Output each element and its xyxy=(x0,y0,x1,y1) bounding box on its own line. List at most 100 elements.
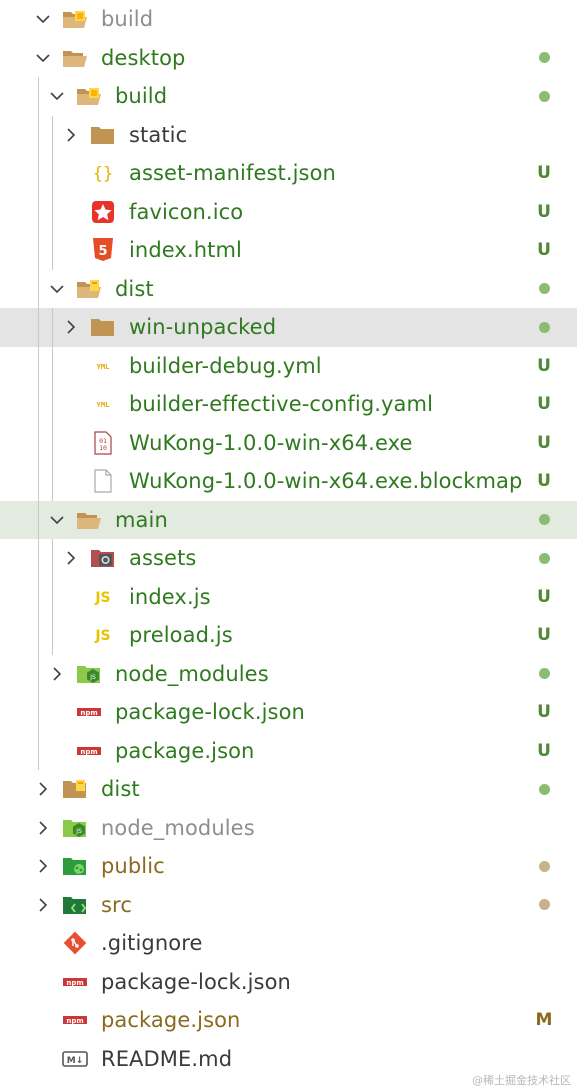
npm-icon: npm xyxy=(76,740,102,762)
file-item-package-json[interactable]: npm package.json U xyxy=(0,732,577,771)
file-item-favicon-ico[interactable]: favicon.ico U xyxy=(0,193,577,232)
item-label: .gitignore xyxy=(101,931,203,955)
git-status-badge: U xyxy=(537,432,551,453)
chevron-right-icon[interactable] xyxy=(48,665,66,683)
svg-text:YML: YML xyxy=(97,363,110,371)
git-status-badge: U xyxy=(537,240,551,261)
file-item-asset-manifest-json[interactable]: {} asset-manifest.json U xyxy=(0,154,577,193)
npm-icon: npm xyxy=(62,971,88,993)
folder-item-node-modules[interactable]: JS node_modules xyxy=(0,809,577,848)
chevron-down-icon[interactable] xyxy=(34,49,52,67)
public-folder-icon xyxy=(62,855,88,877)
item-label: build xyxy=(115,84,168,108)
item-label: asset-manifest.json xyxy=(129,161,336,185)
chevron-right-icon[interactable] xyxy=(62,318,80,336)
status-dot xyxy=(538,52,550,64)
folder-item-build[interactable]: build xyxy=(0,77,577,116)
git-status-badge: U xyxy=(537,471,551,492)
svg-text:M↓: M↓ xyxy=(67,1056,84,1066)
item-label: node_modules xyxy=(101,815,255,840)
chevron-down-icon[interactable] xyxy=(48,280,66,298)
item-label: package-lock.json xyxy=(115,700,305,724)
folder-item-desktop[interactable]: desktop xyxy=(0,39,577,78)
status-dot xyxy=(538,899,550,911)
chevron-right-icon[interactable] xyxy=(62,126,80,144)
chevron-right-icon[interactable] xyxy=(34,857,52,875)
assets-folder-icon xyxy=(90,547,116,569)
file-item-preload-js[interactable]: JS preload.js U xyxy=(0,616,577,655)
item-label: build xyxy=(101,7,154,31)
folder-item-build[interactable]: build xyxy=(0,0,577,39)
folder-item-main[interactable]: main xyxy=(0,500,577,540)
svg-text:npm: npm xyxy=(66,1017,83,1025)
svg-text:{}: {} xyxy=(93,164,113,184)
git-status-dot xyxy=(529,886,559,925)
nodejs-folder-icon: JS xyxy=(76,663,102,685)
chevron-right-icon[interactable] xyxy=(34,780,52,798)
chevron-right-icon[interactable] xyxy=(62,549,80,567)
indent-guide xyxy=(38,77,39,770)
git-status-dot xyxy=(529,501,559,540)
git-status-dot xyxy=(529,308,559,347)
chevron-down-icon[interactable] xyxy=(48,87,66,105)
item-label: favicon.ico xyxy=(129,199,244,224)
folder-item-assets[interactable]: assets xyxy=(0,539,577,578)
folder-item-src[interactable]: src xyxy=(0,886,577,925)
folder-item-public[interactable]: public xyxy=(0,847,577,886)
item-label: index.html xyxy=(129,238,242,262)
svg-text:YML: YML xyxy=(97,401,110,409)
svg-text:10: 10 xyxy=(99,444,107,452)
item-label: WuKong-1.0.0-win-x64.exe xyxy=(129,430,413,455)
git-status-badge: U xyxy=(537,586,551,607)
blank-file-icon xyxy=(90,469,116,493)
item-label: public xyxy=(101,854,165,878)
html5-icon: 5 xyxy=(90,238,116,261)
build-folder-open-icon xyxy=(76,85,102,107)
item-label: src xyxy=(101,892,132,917)
file-item-package-lock-json[interactable]: npm package-lock.json U xyxy=(0,693,577,732)
file-item-wukong-1-0-0-win-x64-exe-blockmap[interactable]: WuKong-1.0.0-win-x64.exe.blockmap U xyxy=(0,462,577,501)
yaml-icon: YML xyxy=(90,393,116,415)
favicon-star-icon xyxy=(90,200,116,223)
js-icon: JS xyxy=(90,586,116,608)
item-label: dist xyxy=(115,276,154,301)
item-label: main xyxy=(115,507,168,532)
js-icon: JS xyxy=(90,624,116,646)
npm-icon: npm xyxy=(76,701,102,723)
folder-item-win-unpacked[interactable]: win-unpacked xyxy=(0,308,577,347)
binary-exe-icon: 01 10 xyxy=(90,430,116,455)
chevron-down-icon[interactable] xyxy=(48,511,66,529)
item-label: WuKong-1.0.0-win-x64.exe.blockmap xyxy=(129,469,523,493)
git-status-badge: U xyxy=(537,201,551,222)
indent-guide xyxy=(52,115,53,270)
file-item-builder-effective-config-yaml[interactable]: YML builder-effective-config.yaml U xyxy=(0,385,577,424)
folder-item-dist[interactable]: dist xyxy=(0,770,577,809)
svg-text:JS: JS xyxy=(94,628,110,644)
file-item-wukong-1-0-0-win-x64-exe[interactable]: 01 10 WuKong-1.0.0-win-x64.exe U xyxy=(0,424,577,463)
git-status-badge: U xyxy=(537,163,551,184)
folder-item-static[interactable]: static xyxy=(0,116,577,155)
chevron-right-icon[interactable] xyxy=(34,896,52,914)
file-explorer-tree: build desktop build static {} asset-manifest.… xyxy=(0,0,577,1078)
svg-text:JS: JS xyxy=(94,590,110,606)
chevron-down-icon[interactable] xyxy=(34,10,52,28)
item-label: win-unpacked xyxy=(129,315,277,339)
status-dot xyxy=(538,514,550,526)
markdown-icon: M↓ xyxy=(62,1048,88,1070)
folder-item-node-modules[interactable]: JS node_modules xyxy=(0,655,577,694)
file-item-gitignore[interactable]: .gitignore xyxy=(0,924,577,963)
status-dot xyxy=(538,283,550,295)
chevron-right-icon[interactable] xyxy=(34,819,52,837)
file-item-package-json[interactable]: npm package.json M xyxy=(0,1001,577,1040)
status-dot xyxy=(538,860,550,872)
file-item-builder-debug-yml[interactable]: YML builder-debug.yml U xyxy=(0,347,577,386)
folder-item-dist[interactable]: dist xyxy=(0,270,577,309)
src-folder-icon xyxy=(62,894,88,916)
file-item-package-lock-json[interactable]: npm package-lock.json xyxy=(0,963,577,1002)
git-status-badge: U xyxy=(537,394,551,415)
item-label: builder-effective-config.yaml xyxy=(129,392,434,416)
git-status-dot xyxy=(529,539,559,578)
file-item-index-js[interactable]: JS index.js U xyxy=(0,578,577,617)
indent-guide xyxy=(52,539,53,655)
file-item-index-html[interactable]: 5 index.html U xyxy=(0,231,577,270)
